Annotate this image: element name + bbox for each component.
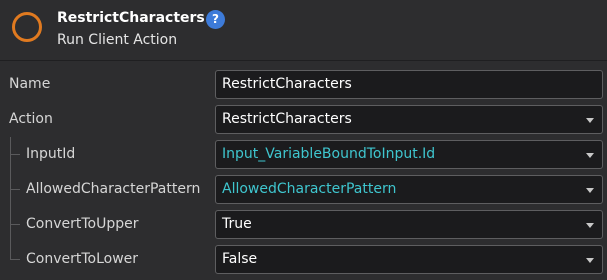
input-id-select[interactable]: Input_VariableBoundToInput.Id	[215, 140, 603, 169]
property-label: Name	[9, 76, 51, 92]
property-label: InputId	[26, 146, 76, 162]
tree-branch	[10, 154, 20, 155]
property-label: AllowedCharacterPattern	[26, 181, 201, 197]
convert-to-lower-value: False	[222, 251, 258, 267]
action-select[interactable]: RestrictCharacters	[215, 105, 603, 134]
chevron-down-icon	[586, 223, 594, 228]
header-divider	[0, 60, 607, 61]
allowed-character-pattern-select[interactable]: AllowedCharacterPattern	[215, 175, 603, 204]
property-label: Action	[9, 111, 53, 127]
input-id-value: Input_VariableBoundToInput.Id	[222, 146, 436, 162]
convert-to-upper-select[interactable]: True	[215, 210, 603, 239]
help-icon[interactable]: ?	[206, 10, 225, 29]
name-value: RestrictCharacters	[222, 76, 352, 92]
name-input[interactable]: RestrictCharacters	[215, 70, 603, 99]
tree-branch	[10, 189, 20, 190]
convert-to-upper-value: True	[222, 216, 252, 232]
tree-branch	[10, 224, 20, 225]
element-type-label: Run Client Action	[57, 32, 178, 48]
property-row-name: Name RestrictCharacters	[0, 67, 607, 102]
convert-to-lower-select[interactable]: False	[215, 245, 603, 274]
property-label: ConvertToUpper	[26, 216, 139, 232]
property-row-convert-to-upper: ConvertToUpper True	[0, 207, 607, 242]
client-action-icon	[12, 12, 42, 42]
property-row-action: Action RestrictCharacters	[0, 102, 607, 137]
chevron-down-icon	[586, 118, 594, 123]
action-value: RestrictCharacters	[222, 111, 352, 127]
chevron-down-icon	[586, 153, 594, 158]
chevron-down-icon	[586, 188, 594, 193]
element-title: RestrictCharacters	[57, 10, 205, 26]
property-label: ConvertToLower	[26, 251, 139, 267]
tree-branch	[10, 259, 20, 260]
property-row-convert-to-lower: ConvertToLower False	[0, 242, 607, 277]
chevron-down-icon	[586, 258, 594, 263]
property-row-allowed-character-pattern: AllowedCharacterPattern AllowedCharacter…	[0, 172, 607, 207]
allowed-character-pattern-value: AllowedCharacterPattern	[222, 181, 397, 197]
property-row-input-id: InputId Input_VariableBoundToInput.Id	[0, 137, 607, 172]
properties-header: RestrictCharacters ? Run Client Action	[0, 0, 607, 60]
